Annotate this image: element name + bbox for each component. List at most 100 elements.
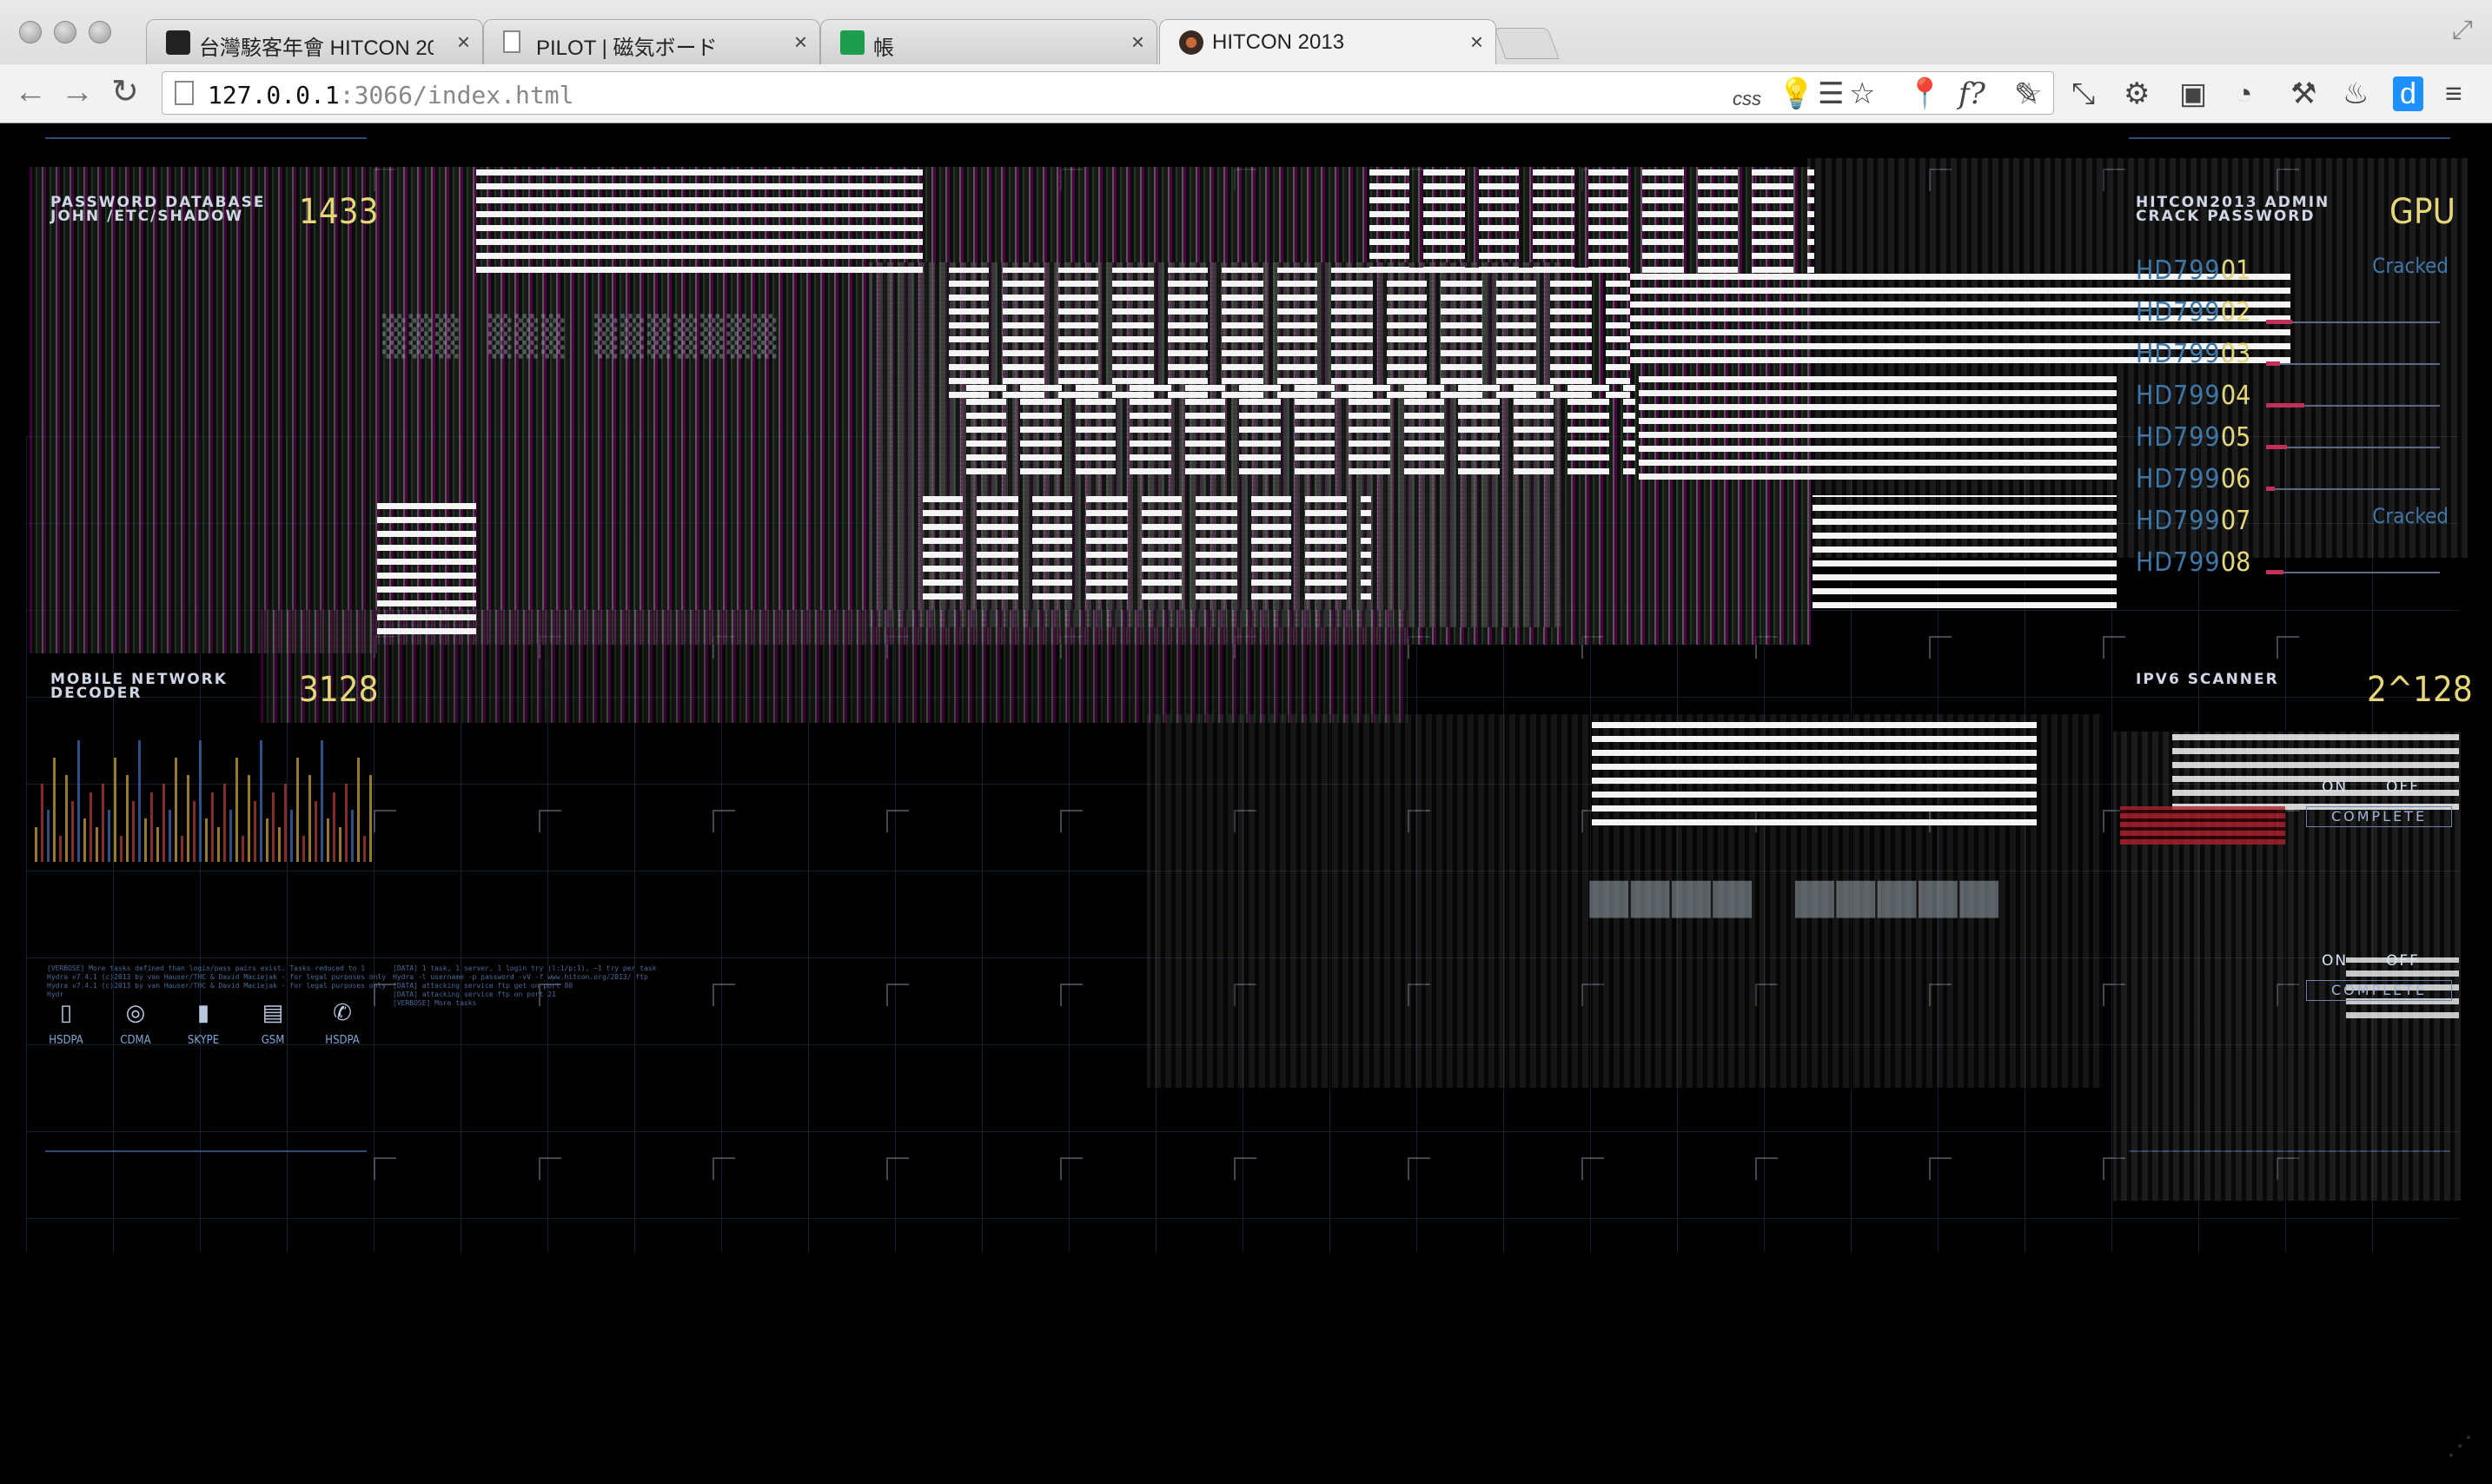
timer-icon[interactable]: ◔ bbox=[2235, 76, 2253, 111]
service-gsm[interactable]: ▤ GSM bbox=[247, 999, 299, 1047]
equalizer-bar bbox=[47, 810, 50, 862]
equalizer-bar bbox=[59, 836, 62, 862]
tools-icon[interactable]: ⚒ bbox=[2290, 76, 2316, 111]
service-hsdpa[interactable]: ✆ HSDPA bbox=[316, 999, 368, 1047]
resize-icon[interactable]: ⤡ bbox=[2071, 76, 2095, 111]
tab-spreadsheet[interactable]: 帳 × bbox=[820, 19, 1157, 64]
equalizer-bar bbox=[102, 784, 104, 862]
feed-icon[interactable]: ☰ bbox=[1818, 76, 1844, 111]
resize-grip-icon[interactable]: ⋰ bbox=[2447, 1431, 2473, 1461]
tab-close-icon[interactable]: × bbox=[794, 29, 807, 56]
switch-on-label[interactable]: ON bbox=[2322, 952, 2348, 970]
fullscreen-icon[interactable]: ⤢ bbox=[2452, 16, 2473, 45]
screenshot-icon[interactable]: ▣ bbox=[2179, 76, 2207, 111]
equalizer-bar bbox=[108, 810, 110, 862]
panel-subtitle: CRACK PASSWORD bbox=[2136, 208, 2316, 225]
phone-icon: ▯ bbox=[59, 999, 73, 1025]
equalizer-bar bbox=[162, 784, 165, 862]
glitch-block bbox=[2120, 806, 2285, 845]
equalizer-bar bbox=[217, 827, 220, 862]
settings-icon[interactable]: ⚙ bbox=[2124, 76, 2150, 111]
gpu-progress-bar bbox=[2266, 403, 2440, 407]
reload-button[interactable]: ↻ bbox=[111, 75, 139, 109]
tab-close-icon[interactable]: × bbox=[1131, 29, 1144, 56]
forward-button[interactable]: → bbox=[61, 75, 94, 109]
corner-mark bbox=[712, 810, 735, 832]
gpu-progress-bar bbox=[2266, 570, 2440, 574]
close-window-button[interactable] bbox=[19, 21, 42, 43]
glitch-block bbox=[476, 165, 923, 273]
panel-value: 1433 bbox=[299, 192, 379, 232]
glitch-block bbox=[1592, 718, 2037, 825]
css-icon[interactable]: css bbox=[1733, 82, 1761, 116]
corner-mark bbox=[1234, 1157, 1256, 1180]
url-text[interactable]: 127.0.0.1:3066/index.html bbox=[208, 81, 573, 109]
page-icon bbox=[175, 81, 194, 105]
tab-title: HITCON 2013 bbox=[1212, 30, 1345, 54]
switch-off-label[interactable]: OFF bbox=[2386, 778, 2420, 796]
equalizer-bar bbox=[302, 836, 305, 862]
signal-equalizer bbox=[35, 732, 374, 862]
equalizer-bar bbox=[71, 801, 74, 862]
equalizer-bar bbox=[229, 810, 232, 862]
gpu-progress-bar bbox=[2266, 445, 2440, 449]
address-bar[interactable]: 127.0.0.1:3066/index.html ☆ bbox=[162, 71, 2054, 115]
flame-icon[interactable]: ♨ bbox=[2343, 76, 2369, 111]
switch-off-label[interactable]: OFF bbox=[2386, 952, 2420, 970]
gpu-index: 07 bbox=[2221, 506, 2251, 536]
tab-close-icon[interactable]: × bbox=[457, 29, 470, 56]
equalizer-bar bbox=[138, 740, 141, 862]
gpu-progress-bar bbox=[2266, 487, 2440, 491]
equalizer-bar bbox=[120, 836, 123, 862]
gpu-row: HD7990 05 bbox=[2136, 421, 2449, 459]
minimize-window-button[interactable] bbox=[54, 21, 76, 43]
d-icon[interactable]: d bbox=[2393, 76, 2423, 111]
equalizer-bar bbox=[193, 801, 196, 862]
status-badge: COMPLETE bbox=[2306, 806, 2452, 827]
equalizer-bar bbox=[308, 775, 311, 862]
service-hsdpa[interactable]: ▯ HSDPA bbox=[40, 999, 92, 1047]
corner-mark bbox=[539, 1157, 561, 1180]
service-label: CDMA bbox=[120, 1034, 151, 1047]
back-button[interactable]: ← bbox=[14, 75, 47, 109]
glitch-block bbox=[1813, 495, 2117, 608]
corner-mark bbox=[1408, 1157, 1430, 1180]
equalizer-bar bbox=[339, 827, 341, 862]
lightbulb-icon[interactable]: 💡 bbox=[1778, 76, 1814, 111]
eyedropper-icon[interactable]: ✎ bbox=[2014, 76, 2039, 111]
equalizer-bar bbox=[53, 758, 56, 862]
menu-icon[interactable]: ≡ bbox=[2445, 76, 2462, 111]
zoom-window-button[interactable] bbox=[89, 21, 111, 43]
equalizer-bar bbox=[181, 836, 183, 862]
browser-toolbar: ← → ↻ 127.0.0.1:3066/index.html ☆ css 💡 ☰ ☆… bbox=[0, 64, 2492, 123]
equalizer-bar bbox=[284, 784, 287, 862]
corner-mark bbox=[1929, 636, 1952, 659]
service-cdma[interactable]: ◎ CDMA bbox=[109, 999, 162, 1047]
new-tab-button[interactable] bbox=[1494, 28, 1560, 59]
gpu-row: HD7990 08 bbox=[2136, 546, 2449, 584]
glitch-block bbox=[1369, 165, 1814, 273]
tab-title: PILOT | 磁気ボード bbox=[536, 36, 718, 60]
glitch-block bbox=[923, 488, 1371, 600]
glitch-block bbox=[966, 377, 1635, 474]
page-favicon-icon bbox=[503, 30, 520, 53]
bookmark-star-icon[interactable]: ☆ bbox=[1849, 76, 1875, 111]
equalizer-bar bbox=[321, 740, 323, 862]
service-skype[interactable]: ▮ SKYPE bbox=[177, 999, 229, 1047]
ghost-text: ▀▀▀▀ ▀▀▀▀▀ bbox=[1590, 845, 2002, 918]
switch-on-label[interactable]: ON bbox=[2322, 778, 2348, 796]
gpu-row: HD7990 02 bbox=[2136, 295, 2449, 334]
tab-hitcon-taiwan[interactable]: 台灣駭客年會 HITCON 2013 × bbox=[146, 19, 483, 64]
tab-pilot[interactable]: PILOT | 磁気ボード × bbox=[483, 19, 820, 64]
equalizer-bar bbox=[266, 818, 268, 862]
equalizer-bar bbox=[351, 810, 354, 862]
tab-strip: 台灣駭客年會 HITCON 2013 × PILOT | 磁気ボード × 帳 ×… bbox=[0, 0, 2492, 64]
map-pin-icon[interactable]: 📍 bbox=[1906, 76, 1943, 111]
equalizer-bar bbox=[175, 758, 177, 862]
corner-mark bbox=[1929, 1157, 1952, 1180]
equalizer-bar bbox=[169, 810, 171, 862]
tab-close-icon[interactable]: × bbox=[1470, 29, 1483, 56]
font-finder-icon[interactable]: f? bbox=[1958, 76, 1985, 111]
tab-hitcon-2013[interactable]: HITCON 2013 × bbox=[1159, 19, 1496, 64]
equalizer-bar bbox=[327, 818, 329, 862]
